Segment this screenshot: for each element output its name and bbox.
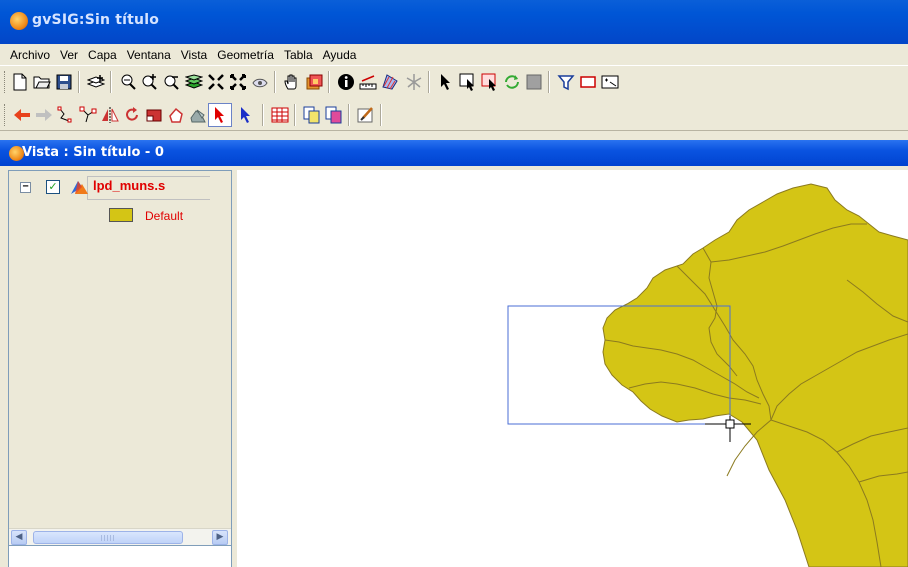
scrollbar-grip xyxy=(101,535,115,541)
table-icon[interactable] xyxy=(270,105,290,125)
new-document-icon[interactable] xyxy=(10,72,30,92)
undo-arrow-icon[interactable] xyxy=(12,105,32,125)
menu-ayuda[interactable]: Ayuda xyxy=(319,48,363,62)
toc-overview-area xyxy=(9,545,231,567)
layer-order-icon[interactable] xyxy=(304,72,324,92)
edition-toolbar xyxy=(0,99,908,131)
view-title: Vista : Sin título - 0 xyxy=(22,145,164,160)
collapse-toggle-icon[interactable]: − xyxy=(20,182,31,193)
toolbar-separator xyxy=(348,104,350,126)
polygon-icon[interactable] xyxy=(166,105,186,125)
menu-ventana[interactable]: Ventana xyxy=(123,48,177,62)
pan-hand-icon[interactable] xyxy=(282,72,302,92)
toolbar-separator xyxy=(548,71,550,93)
legend-row: Default xyxy=(109,205,219,225)
menu-vista[interactable]: Vista xyxy=(177,48,213,62)
vector-layer-icon xyxy=(69,178,89,196)
redo-arrow-icon[interactable] xyxy=(34,105,54,125)
gvsig-application-window: gvSIG:Sin título Archivo Ver Capa Ventan… xyxy=(0,0,908,567)
add-layer-icon[interactable] xyxy=(86,72,106,92)
save-icon[interactable] xyxy=(54,72,74,92)
layer-row[interactable]: − ✓ lpd_muns.s xyxy=(15,176,225,200)
legend-swatch[interactable] xyxy=(109,208,133,222)
toc-horizontal-scrollbar[interactable]: ◀ ▶ xyxy=(9,528,231,545)
menu-tabla[interactable]: Tabla xyxy=(280,48,319,62)
menu-geometria[interactable]: Geometría xyxy=(213,48,280,62)
edit-complex-select-icon[interactable] xyxy=(236,105,256,125)
select-by-layer-icon[interactable] xyxy=(502,72,522,92)
edit-brush-icon[interactable] xyxy=(356,105,376,125)
toolbar-grip[interactable] xyxy=(4,71,6,93)
select-arrow-icon[interactable] xyxy=(436,72,456,92)
toolbar-separator xyxy=(380,104,382,126)
layer-tree: − ✓ lpd_muns.s Default xyxy=(9,171,231,523)
layer-visibility-checkbox[interactable]: ✓ xyxy=(46,180,60,194)
toolbar-separator xyxy=(294,104,296,126)
scale-icon[interactable] xyxy=(144,105,164,125)
layer-name-label[interactable]: lpd_muns.s xyxy=(93,178,165,193)
zoom-select-icon[interactable] xyxy=(206,72,226,92)
paste-icon[interactable] xyxy=(324,105,344,125)
zoom-to-selection-icon[interactable] xyxy=(600,72,620,92)
menu-capa[interactable]: Capa xyxy=(84,48,123,62)
map-canvas[interactable] xyxy=(237,170,908,567)
title-bar[interactable]: gvSIG:Sin título xyxy=(0,0,908,44)
rotate-icon[interactable] xyxy=(122,105,142,125)
copy-icon[interactable] xyxy=(302,105,322,125)
zoom-out-icon[interactable] xyxy=(162,72,182,92)
zoom-back-icon[interactable] xyxy=(250,72,270,92)
select-rectangle-icon[interactable] xyxy=(458,72,478,92)
rectangle-icon[interactable] xyxy=(578,72,598,92)
filter-icon[interactable] xyxy=(556,72,576,92)
table-of-contents-panel: − ✓ lpd_muns.s Default ◀ ▶ xyxy=(8,170,232,567)
main-toolbar xyxy=(0,66,908,98)
select-polygon-icon[interactable] xyxy=(480,72,500,92)
legend-label: Default xyxy=(145,209,184,223)
invert-selection-icon[interactable] xyxy=(524,72,544,92)
toolbar-separator xyxy=(110,71,112,93)
gvsig-logo-icon xyxy=(10,12,28,30)
zoom-full-icon[interactable] xyxy=(228,72,248,92)
measure-area-icon[interactable] xyxy=(380,72,400,92)
toolbar-separator xyxy=(428,71,430,93)
view-frame-title-bar[interactable]: Vista : Sin título - 0 xyxy=(0,140,908,166)
hyperlink-icon[interactable] xyxy=(404,72,424,92)
menu-bar: Archivo Ver Capa Ventana Vista Geometría… xyxy=(0,44,908,66)
toolbar-separator xyxy=(274,71,276,93)
toolbar-separator xyxy=(78,71,80,93)
scrollbar-thumb[interactable] xyxy=(33,531,183,544)
edit-select-arrow-icon[interactable] xyxy=(208,103,232,127)
toolbar-grip[interactable] xyxy=(4,104,6,126)
menu-archivo[interactable]: Archivo xyxy=(6,48,56,62)
open-folder-icon[interactable] xyxy=(32,72,52,92)
join-icon[interactable] xyxy=(188,105,208,125)
toolbar-separator xyxy=(328,71,330,93)
zoom-all-layers-icon[interactable] xyxy=(184,72,204,92)
measure-distance-icon[interactable] xyxy=(358,72,378,92)
polyline-icon[interactable] xyxy=(56,105,76,125)
info-icon[interactable] xyxy=(336,72,356,92)
window-title: gvSIG:Sin título xyxy=(32,12,160,28)
toolbar-separator xyxy=(262,104,264,126)
zoom-in-icon[interactable] xyxy=(140,72,160,92)
symmetry-icon[interactable] xyxy=(100,105,120,125)
menu-ver[interactable]: Ver xyxy=(56,48,84,62)
scroll-right-icon[interactable]: ▶ xyxy=(212,530,228,545)
edit-vertex-icon[interactable] xyxy=(78,105,98,125)
scroll-left-icon[interactable]: ◀ xyxy=(11,530,27,545)
zoom-previous-icon[interactable] xyxy=(118,72,138,92)
